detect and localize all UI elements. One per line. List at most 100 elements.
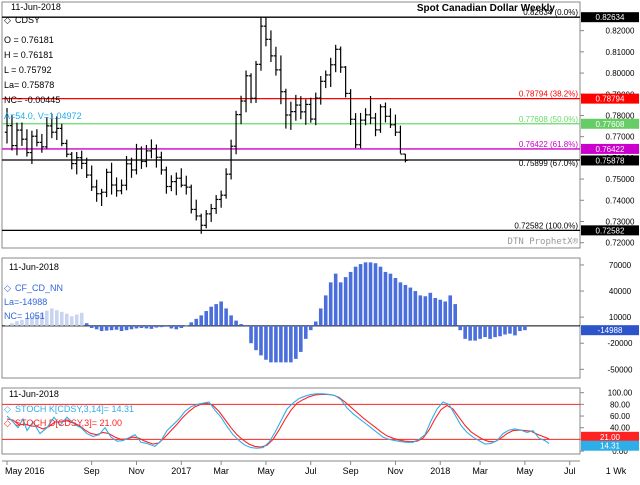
x-tick-label: Sep <box>343 466 359 476</box>
position-bar <box>50 308 54 326</box>
position-bar <box>318 308 323 326</box>
position-bar <box>84 323 89 326</box>
stochastic-k-legend-icon: ◇ <box>4 404 11 414</box>
position-bar <box>458 325 462 331</box>
position-bar <box>74 314 79 326</box>
position-bar <box>438 299 443 326</box>
positions-date: 11-Jun-2018 <box>9 262 59 272</box>
position-bar <box>179 325 184 328</box>
position-bar <box>134 325 139 329</box>
price-last: La= 0.75878 <box>4 80 54 90</box>
price-net-change: NC= -0.00445 <box>4 95 60 105</box>
position-bar <box>274 325 278 363</box>
position-bar <box>448 295 453 326</box>
position-bar <box>433 298 438 326</box>
position-bar <box>513 325 517 336</box>
stochastic-tag: 14.31 <box>600 442 621 451</box>
position-bar <box>383 271 388 326</box>
position-bar <box>229 315 233 326</box>
level-tag-fib382: 0.78794 <box>596 95 625 104</box>
level-tag-fib50: 0.77608 <box>596 120 625 129</box>
position-bar <box>259 325 263 356</box>
price-symbol: CDSY <box>15 15 40 25</box>
position-bar <box>348 271 353 326</box>
position-bar <box>129 325 134 330</box>
position-bar <box>5 324 9 326</box>
stochastic-y-tick-label: 40.00 <box>610 424 631 433</box>
price-low: L = 0.75792 <box>4 65 51 75</box>
position-bar <box>483 325 487 338</box>
position-bar <box>94 325 99 330</box>
position-bar <box>104 325 109 331</box>
position-bar <box>144 325 149 329</box>
stochastic-d-legend: STOCH D[CDSY,3]= 21.00 <box>15 418 122 428</box>
x-tick-label: May 2016 <box>5 466 45 476</box>
position-bar <box>408 287 413 326</box>
position-bar <box>403 284 408 326</box>
position-bar <box>169 325 174 329</box>
position-bar <box>508 325 512 334</box>
position-bar <box>79 312 84 326</box>
position-bar <box>214 304 218 326</box>
position-bar <box>518 325 522 332</box>
x-tick-label: May <box>516 466 534 476</box>
position-bar <box>493 325 497 338</box>
position-bar <box>139 325 144 328</box>
x-tick-label: Mar <box>213 466 229 476</box>
position-bar <box>249 325 253 344</box>
price-y-tick-label: 0.77000 <box>606 133 635 142</box>
position-bar <box>304 325 308 339</box>
positions-y-tick-label: 10000 <box>609 313 632 322</box>
position-bar <box>154 325 159 328</box>
x-tick-label: Sep <box>84 466 100 476</box>
position-bar <box>199 315 204 326</box>
position-bar <box>328 282 333 326</box>
level-tag-fib618: 0.76422 <box>596 145 625 154</box>
position-bar <box>373 263 378 326</box>
position-bar <box>418 295 423 326</box>
positions-y-tick-label: -50000 <box>608 365 633 374</box>
positions-legend-icon: ◇ <box>4 283 11 293</box>
stochastic-tag: 21.00 <box>600 433 621 442</box>
position-bar <box>114 325 119 330</box>
position-bar <box>423 296 428 326</box>
position-bar <box>239 324 243 326</box>
position-bar <box>109 325 114 331</box>
level-label-fib618: 0.76422 (61.8%) <box>519 140 578 149</box>
x-tick-label: Nov <box>128 466 145 476</box>
chart-stage: 0.82634 (0.0%) 0.78794 (38.2%) 0.77608 (50… <box>0 0 640 480</box>
position-bar <box>338 282 343 326</box>
position-bar <box>428 292 433 326</box>
level-label-bottom: 0.72582 (100.0%) <box>514 221 578 230</box>
price-y-tick-label: 0.72000 <box>606 239 635 248</box>
position-bar <box>89 325 94 328</box>
position-bar <box>313 321 318 326</box>
position-bar <box>174 325 179 330</box>
position-bar <box>308 325 313 331</box>
position-bar <box>498 325 502 337</box>
position-bar <box>209 306 213 326</box>
price-symbol-icon: ◇ <box>4 15 11 25</box>
positions-last: La=-14988 <box>4 297 47 307</box>
price-y-tick-label: 0.75000 <box>606 175 635 184</box>
position-bar <box>468 325 472 341</box>
position-bar <box>219 301 223 326</box>
level-label-fib67: 0.75899 (67.0%) <box>519 159 578 168</box>
position-bar <box>224 308 228 326</box>
position-bar <box>45 310 49 326</box>
position-bar <box>378 266 383 326</box>
x-tick-label: Jul <box>564 466 576 476</box>
position-bar <box>443 301 448 326</box>
position-bar <box>264 325 268 360</box>
price-y-tick-label: 0.74000 <box>606 196 635 205</box>
position-bar <box>503 325 507 335</box>
position-bar <box>363 262 368 326</box>
position-bar <box>358 264 363 326</box>
price-y-tick-label: 0.81000 <box>606 48 635 57</box>
price-watermark: DTN ProphetX® <box>508 237 579 247</box>
price-y-tick-label: 0.73000 <box>606 217 635 226</box>
price-date: 11-Jun-2018 <box>11 2 61 12</box>
position-bar <box>343 277 348 326</box>
position-bar <box>10 323 14 326</box>
positions-tags: -14988 <box>581 325 639 336</box>
